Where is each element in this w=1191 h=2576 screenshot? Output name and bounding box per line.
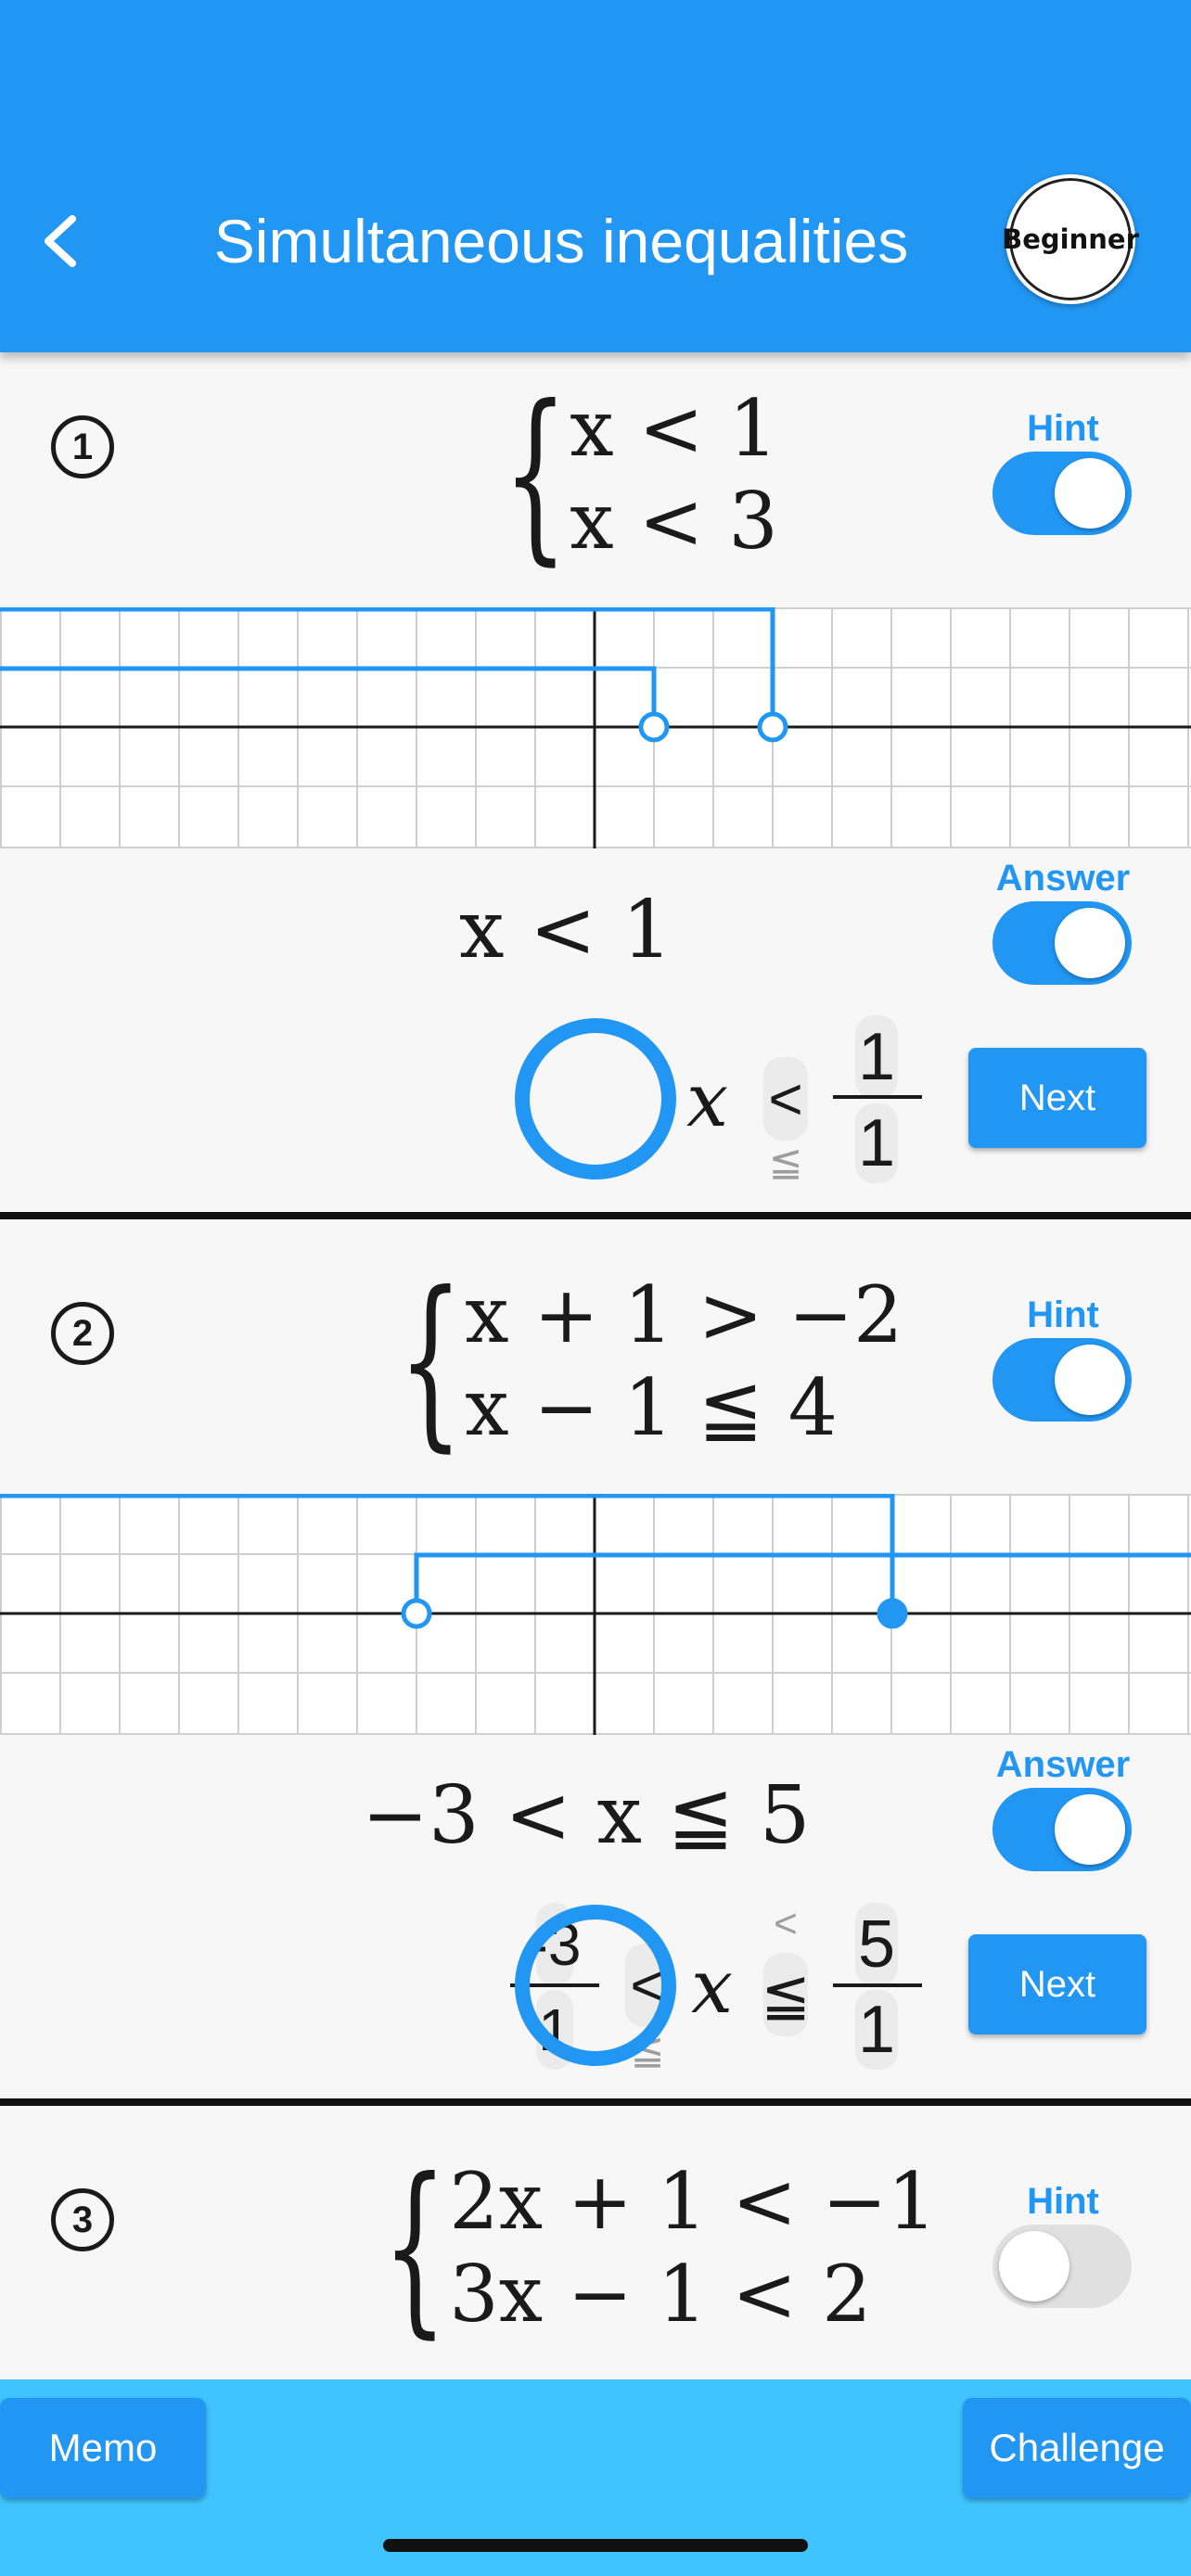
problem-number: 1 (51, 415, 114, 478)
variable-x: x (691, 1944, 734, 2030)
fraction-bar (833, 1095, 922, 1099)
answer-label: Answer (995, 1744, 1131, 1785)
toggle-knob (999, 2231, 1069, 2302)
numerator-input[interactable]: 5 (855, 1903, 898, 1986)
equation: x − 1 ≦ 4 (465, 1362, 839, 1453)
right-operator-select[interactable]: ≦ (761, 1953, 811, 2036)
section-divider (0, 1212, 1191, 1219)
correct-mark (515, 1018, 676, 1180)
equation: x + 1 > −2 (465, 1269, 903, 1360)
chevron-left-icon (45, 215, 76, 267)
toggle-knob (1055, 458, 1125, 529)
brace: { (382, 2139, 448, 2355)
hint-toggle[interactable] (992, 452, 1132, 535)
inequality-system: { x + 1 > −2 x − 1 ≦ 4 (345, 1269, 903, 1454)
toggle-knob (1055, 1345, 1125, 1415)
answer-text: −3 < x ≦ 5 (362, 1769, 811, 1862)
brace: { (503, 366, 569, 582)
hint-label: Hint (1027, 408, 1099, 449)
equation: x < 3 (570, 476, 778, 567)
operator-alt[interactable]: ≦ (763, 1139, 808, 1186)
brace: { (398, 1253, 464, 1469)
answer-text: x < 1 (459, 884, 672, 976)
right-operator-alt[interactable]: < (763, 1901, 808, 1947)
inequality-system: { 2x + 1 < −1 3x − 1 < 2 (329, 2155, 937, 2340)
memo-button[interactable]: Memo (0, 2398, 206, 2498)
operator-select[interactable]: < (763, 1057, 808, 1141)
correct-mark (515, 1905, 676, 2066)
answer-toggle[interactable] (992, 901, 1132, 985)
back-button[interactable] (28, 209, 93, 274)
inequality-system: { x < 1 x < 3 (450, 382, 778, 567)
numerator-input[interactable]: 1 (855, 1015, 898, 1099)
toggle-knob (1055, 1794, 1125, 1865)
variable-x: x (686, 1057, 729, 1143)
next-button[interactable]: Next (968, 1048, 1146, 1148)
hint-toggle[interactable] (992, 2225, 1132, 2308)
hint-label: Hint (1027, 2181, 1099, 2222)
hint-label: Hint (1027, 1294, 1099, 1335)
answer-toggle[interactable] (992, 1788, 1132, 1871)
challenge-button[interactable]: Challenge (963, 2398, 1191, 2498)
home-indicator (383, 2539, 808, 2552)
next-button[interactable]: Next (968, 1934, 1146, 2034)
problem-number: 2 (51, 1302, 114, 1365)
denominator-input[interactable]: 1 (855, 1990, 898, 2070)
hint-toggle[interactable] (992, 1338, 1132, 1422)
problem-number: 3 (51, 2188, 114, 2251)
number-line (0, 607, 1191, 848)
answer-label: Answer (995, 858, 1131, 899)
number-line (0, 1494, 1191, 1735)
fraction-bar (833, 1983, 922, 1987)
equation: 2x + 1 < −1 (449, 2156, 937, 2247)
page-title: Simultaneous inequalities (213, 207, 909, 275)
equation: x < 1 (570, 383, 778, 474)
level-badge[interactable]: Beginner (1002, 174, 1139, 304)
equation: 3x − 1 < 2 (449, 2249, 872, 2340)
section-divider (0, 2098, 1191, 2106)
app-header: Simultaneous inequalities Beginner (0, 0, 1191, 352)
denominator-input[interactable]: 1 (855, 1103, 898, 1183)
toggle-knob (1055, 908, 1125, 978)
